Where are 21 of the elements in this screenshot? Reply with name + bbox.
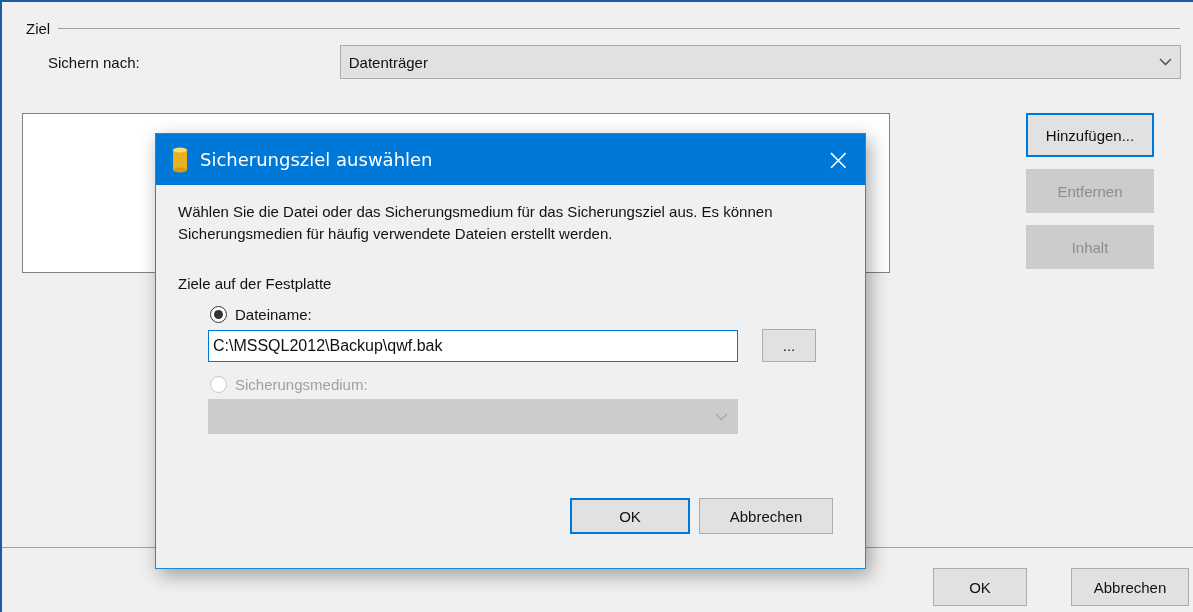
radio-button[interactable] [210, 306, 227, 323]
chevron-down-icon [715, 412, 728, 421]
dialog-button[interactable]: OK [933, 568, 1027, 606]
dialog-button[interactable]: Abbrechen [699, 498, 833, 534]
option-label: Sicherungsmedium: [235, 376, 368, 393]
device-dropdown[interactable] [208, 399, 738, 434]
close-button[interactable]: × [825, 144, 851, 175]
side-button[interactable]: Hinzufügen... [1026, 113, 1154, 157]
option-label: Dateiname: [235, 306, 312, 323]
section-label: Ziele auf der Festplatte [178, 275, 332, 292]
dialog-button[interactable]: OK [570, 498, 690, 534]
database-icon [172, 146, 188, 173]
dialog-button[interactable]: Abbrechen [1071, 568, 1189, 606]
chevron-down-icon [1159, 58, 1172, 66]
field-label: Sichern nach: [48, 53, 140, 71]
dialog-title: Sicherungsziel auswählen [200, 149, 433, 170]
group-title: Ziel [26, 20, 51, 37]
description-text: Wählen Sie die Datei oder das Sicherungsmedium für das Sicherungsziel aus. Es können Sicherungsmedien für häufig verwendete Dateien erstellt werden. [178, 202, 774, 244]
file-name-field[interactable]: C:\MSSQL2012\Backup\qwf.bak [208, 329, 738, 362]
browse-button[interactable]: ... [762, 329, 816, 362]
target-dropdown[interactable]: Datenträger [339, 45, 1181, 79]
